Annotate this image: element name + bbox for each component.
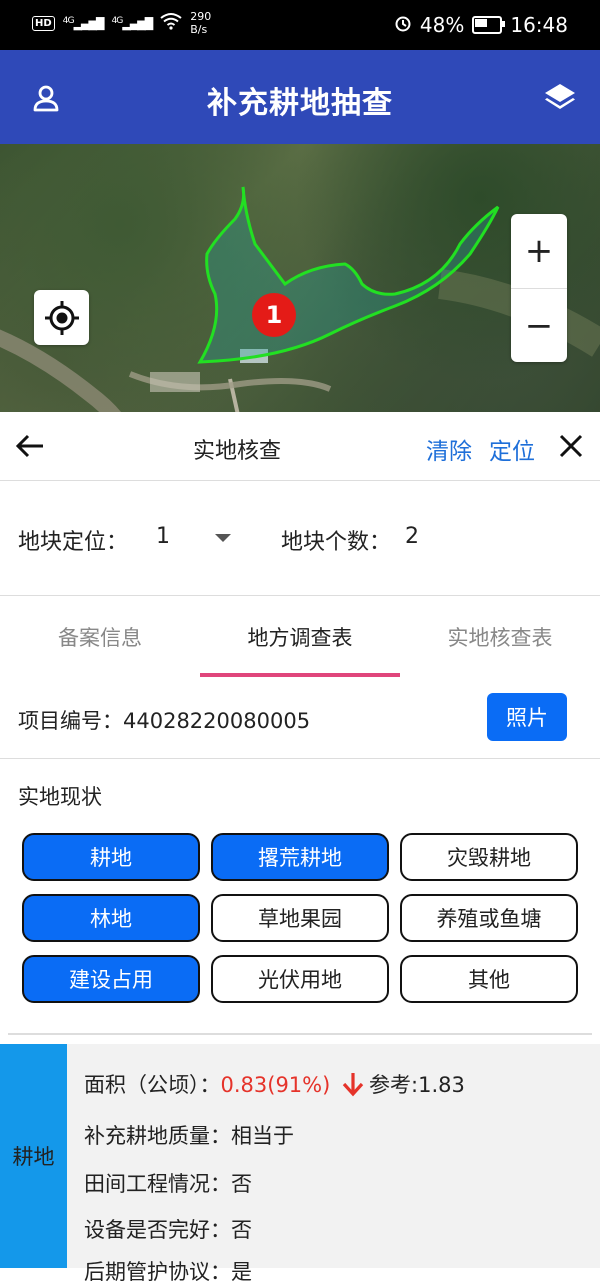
equipment-line: 设备是否完好：否 [84,1218,252,1242]
project-number: 项目编号：44028220080005 [18,709,311,733]
map-view[interactable]: 1 + − [0,144,600,412]
status-chip-solar[interactable]: 光伏用地 [211,955,389,1003]
page-title: 补充耕地抽查 [207,86,393,121]
panel-title: 实地核查 [192,439,281,464]
status-right: 48% 16:48 [394,13,568,37]
panel-header: 实地核查 清除 定位 [0,412,600,481]
status-chip-farmland[interactable]: 耕地 [22,833,200,881]
network-speed: 290 B/s [190,10,212,36]
maintenance-line: 后期管护协议：是 [84,1260,252,1284]
status-chip-other[interactable]: 其他 [400,955,578,1003]
engineering-line: 田间工程情况：否 [84,1172,252,1196]
app-header: 补充耕地抽查 [0,50,600,144]
parcel-locate-label: 地块定位： [18,530,129,555]
tab-local-survey[interactable]: 地方调查表 [200,622,400,652]
zoom-in-button[interactable]: + [511,214,567,288]
area-value: 0.83(91%) [220,1073,331,1097]
detail-panel: 耕地 面积（公顷）：0.83(91%) 参考:1.83 补充耕地质量：相当于 田… [0,1044,600,1284]
section-divider [8,1033,592,1035]
tab-field-check[interactable]: 实地核查表 [400,622,600,652]
battery-percent: 48% [419,13,465,37]
signal-icon-1: 4G▂▄▆█ [62,15,105,31]
tab-bar: 备案信息 地方调查表 实地核查表 [0,596,600,676]
status-bar: HD 4G▂▄▆█ 4G▂▄▆█ 290 B/s 48% 16:48 [0,0,600,50]
parcel-select-value[interactable]: 1 [156,524,170,549]
parcel-count-label: 地块个数： [281,530,392,555]
parcel-marker[interactable]: 1 [252,293,296,337]
parcel-row: 地块定位： 1 地块个数： 2 [0,481,600,596]
layers-icon[interactable] [540,78,580,118]
status-chip-construction[interactable]: 建设占用 [22,955,200,1003]
status-chip-grassland-orchard[interactable]: 草地果园 [211,894,389,942]
zoom-controls: + − [511,214,567,362]
hd-indicator: HD [32,15,55,31]
area-line: 面积（公顷）：0.83(91%) 参考:1.83 [84,1069,465,1102]
close-icon[interactable] [552,428,590,464]
status-left: HD 4G▂▄▆█ 4G▂▄▆█ 290 B/s [32,10,211,36]
status-chip-damaged-farmland[interactable]: 灾毁耕地 [400,833,578,881]
detail-category: 耕地 [0,1044,67,1268]
locate-button[interactable]: 定位 [489,432,535,466]
my-location-button[interactable] [34,290,89,345]
arrow-down-icon [341,1071,365,1102]
alarm-icon [394,13,412,37]
status-chip-aquaculture[interactable]: 养殖或鱼塘 [400,894,578,942]
crosshair-icon [44,300,79,335]
quality-line: 补充耕地质量：相当于 [84,1124,294,1148]
reference-value: 参考:1.83 [369,1073,465,1097]
signal-icon-2: 4G▂▄▆█ [111,15,153,31]
wifi-icon [160,12,182,34]
tab-filing-info[interactable]: 备案信息 [0,622,200,652]
project-row: 项目编号：44028220080005 照片 [0,690,600,759]
clear-button[interactable]: 清除 [426,432,472,466]
tab-indicator [200,673,400,677]
status-section-title: 实地现状 [18,785,102,809]
parcel-count: 2 [405,524,419,549]
status-chip-forest[interactable]: 林地 [22,894,200,942]
map-imagery [0,186,600,412]
battery-icon [472,16,506,34]
zoom-out-button[interactable]: − [511,288,567,363]
photo-button[interactable]: 照片 [487,693,567,741]
chevron-down-icon[interactable] [215,534,231,542]
status-chip-abandoned-farmland[interactable]: 撂荒耕地 [211,833,389,881]
clock: 16:48 [510,13,568,37]
